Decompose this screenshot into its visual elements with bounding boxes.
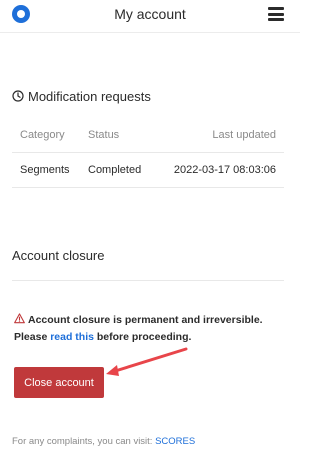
closure-warning: Account closure is permanent and irrever… (14, 312, 290, 329)
section-title: Modification requests (28, 88, 151, 104)
column-header-status: Status (88, 129, 120, 141)
read-this-link[interactable]: read this (50, 331, 94, 343)
modification-requests-heading: Modification requests (12, 87, 151, 105)
divider (12, 280, 284, 281)
column-header-category: Category (20, 129, 65, 141)
closure-warning-text: Account closure is permanent and irrever… (28, 314, 263, 326)
cell-category: Segments (20, 164, 70, 176)
modification-requests-table: Category Status Last updated Segments Co… (12, 118, 284, 188)
close-account-button[interactable]: Close account (14, 367, 104, 398)
footer-text: For any complaints, you can visit: (12, 436, 153, 447)
closure-instructions: Please read this before proceeding. (14, 329, 191, 346)
scores-link[interactable]: SCORES (155, 436, 195, 447)
cell-last-updated: 2022-03-17 08:03:06 (173, 164, 276, 176)
cell-status: Completed (88, 164, 142, 176)
table-header-row: Category Status Last updated (12, 118, 284, 153)
column-header-last-updated: Last updated (212, 129, 276, 141)
account-closure-title: Account closure (12, 248, 105, 263)
clock-icon (12, 90, 24, 102)
footer: For any complaints, you can visit: SCORE… (12, 436, 195, 447)
top-bar: My account (0, 0, 300, 33)
before-proceeding-text: before proceeding. (96, 331, 192, 343)
page-title: My account (114, 6, 186, 22)
please-text: Please (14, 331, 48, 343)
table-row: Segments Completed 2022-03-17 08:03:06 (12, 153, 284, 188)
warning-icon (14, 313, 25, 324)
annotation-arrow-icon (106, 347, 188, 376)
hamburger-menu-icon[interactable] (268, 7, 284, 21)
